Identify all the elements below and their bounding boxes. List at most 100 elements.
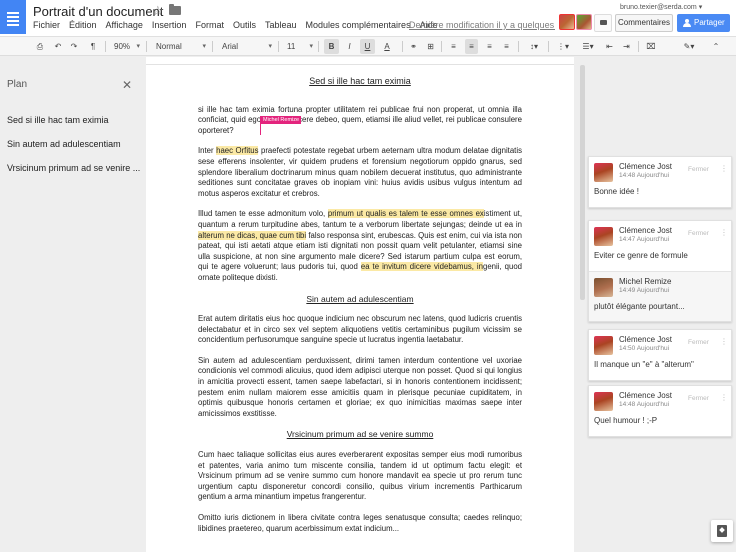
align-justify-icon[interactable]: ≡ — [500, 39, 513, 54]
paragraph: Omitto iuris dictionem in libera civitat… — [198, 513, 522, 533]
decrease-indent-icon[interactable]: ⇤ — [603, 39, 616, 54]
comment-date: 14:48 Aujourd'hui — [619, 172, 670, 179]
outline-item[interactable]: Sed si ille hac tam eximia — [7, 115, 109, 125]
document-page[interactable]: Sed si ille hac tam eximia si ille hac t… — [146, 65, 574, 552]
folder-icon[interactable] — [169, 4, 181, 15]
menu-outils[interactable]: Outils — [233, 20, 256, 30]
outline-item[interactable]: Vrsicinum primum ad se venire ... — [7, 163, 140, 173]
outline-title: Plan — [7, 79, 28, 90]
paragraph: si ille hac tam eximia fortuna propter u… — [198, 104, 522, 135]
docs-logo-icon[interactable] — [0, 0, 26, 34]
document-body[interactable]: Sed si ille hac tam eximia si ille hac t… — [198, 73, 522, 544]
menu-edition[interactable]: Édition — [69, 20, 97, 30]
collaborator-avatar[interactable] — [559, 14, 575, 30]
menu-modules[interactable]: Modules complémentaires — [306, 20, 411, 30]
paragraph: Sin autem ad adulescentiam perduxissent,… — [198, 355, 522, 418]
paint-format-icon[interactable]: ¶ — [87, 39, 99, 54]
comment-text: Bonne idée ! — [594, 187, 639, 196]
line-spacing-icon[interactable]: ↕▾ — [524, 39, 544, 54]
more-options-icon[interactable]: ⋮ — [720, 337, 728, 346]
comment-card[interactable]: Clémence Jost 14:48 Aujourd'hui Fermer ⋮… — [588, 156, 732, 208]
last-edit-link[interactable]: Dernière modification il y a quelques se… — [409, 20, 555, 30]
comment-reply[interactable]: Michel Remize 14:49 Aujourd'hui plutôt é… — [589, 271, 731, 321]
zoom-select[interactable]: 90% — [114, 39, 140, 54]
resolve-button[interactable]: Fermer — [688, 339, 709, 346]
align-center-icon[interactable]: ≡ — [465, 39, 478, 54]
comment-author: Michel Remize — [619, 277, 672, 286]
heading: Sed si ille hac tam eximia — [309, 76, 411, 86]
comment-highlight[interactable]: alterum ne dicas, quae cum tibi — [198, 230, 307, 240]
print-icon[interactable]: ⎙ — [34, 39, 46, 54]
heading: Vrsicinum primum ad se venire summo — [286, 429, 434, 440]
comment-date: 14:48 Aujourd'hui — [619, 401, 670, 408]
comment-author: Clémence Jost — [619, 391, 672, 400]
toolbar: ⎙ ↶ ↷ ¶ 90% Normal Arial 11 B I U A ⚭ ⊞ … — [0, 36, 736, 56]
resolve-button[interactable]: Fermer — [688, 230, 709, 237]
paragraph: Erat autem diritatis eius hoc quoque ind… — [198, 314, 522, 345]
link-icon[interactable]: ⚭ — [407, 39, 420, 54]
font-select[interactable]: Arial — [222, 39, 272, 54]
comment-text: Eviter ce genre de formule — [594, 251, 688, 260]
comment-highlight[interactable]: primum ut qualis es talem te esse omnes … — [327, 209, 484, 219]
share-label: Partager — [694, 18, 725, 27]
redo-icon[interactable]: ↷ — [68, 39, 80, 54]
outline-item[interactable]: Sin autem ad adulescentiam — [7, 139, 121, 149]
comment-card[interactable]: Clémence Jost 14:48 Aujourd'hui Fermer ⋮… — [588, 385, 732, 437]
text-color-button[interactable]: A — [378, 39, 396, 54]
star-icon[interactable]: ☆ — [152, 3, 164, 19]
collaborator-cursor-label: Michel Remize — [261, 116, 302, 124]
menu-fichier[interactable]: Fichier — [33, 20, 60, 30]
clear-formatting-icon[interactable]: ⌧ — [644, 39, 658, 54]
comment-text: Quel humour ! ;-P — [594, 416, 658, 425]
comment-author: Clémence Jost — [619, 226, 672, 235]
collapse-toolbar-icon[interactable]: ⌃ — [710, 39, 722, 54]
comment-date: 14:47 Aujourd'hui — [619, 236, 670, 243]
person-icon — [683, 19, 691, 27]
resolve-button[interactable]: Fermer — [688, 395, 709, 402]
comment-highlight[interactable]: ea te invitum dicere videbamus, in — [360, 262, 483, 272]
menu-insertion[interactable]: Insertion — [152, 20, 187, 30]
bulleted-list-icon[interactable]: ☰▾ — [578, 39, 598, 54]
comments-button[interactable]: Commentaires — [615, 14, 673, 32]
avatar — [594, 336, 613, 355]
scrollbar-thumb[interactable] — [580, 65, 585, 300]
align-left-icon[interactable]: ≡ — [447, 39, 460, 54]
font-size-select[interactable]: 11 — [287, 39, 313, 54]
add-comment-icon[interactable]: ⊞ — [424, 39, 437, 54]
comment-card[interactable]: Clémence Jost 14:47 Aujourd'hui Fermer ⋮… — [588, 220, 732, 322]
numbered-list-icon[interactable]: ⋮▾ — [553, 39, 573, 54]
close-icon[interactable]: ✕ — [122, 78, 132, 92]
menu-affichage[interactable]: Affichage — [106, 20, 143, 30]
heading: Sin autem ad adulescentiam — [306, 293, 414, 304]
align-right-icon[interactable]: ≡ — [483, 39, 496, 54]
menu-bar: Fichier Édition Affichage Insertion Form… — [33, 20, 447, 30]
comment-author: Clémence Jost — [619, 162, 672, 171]
bold-button[interactable]: B — [324, 39, 339, 54]
document-title[interactable]: Portrait d'un document — [33, 4, 163, 19]
user-email[interactable]: bruno.texier@serda.com ▾ — [620, 3, 702, 11]
chat-icon[interactable] — [594, 14, 612, 32]
menu-format[interactable]: Format — [195, 20, 224, 30]
undo-icon[interactable]: ↶ — [52, 39, 64, 54]
resolve-button[interactable]: Fermer — [688, 166, 709, 173]
underline-button[interactable]: U — [360, 39, 375, 54]
more-options-icon[interactable]: ⋮ — [720, 393, 728, 402]
share-button[interactable]: Partager — [677, 14, 730, 32]
more-options-icon[interactable]: ⋮ — [720, 228, 728, 237]
increase-indent-icon[interactable]: ⇥ — [620, 39, 633, 54]
paragraph: Illud tamen te esse admonitum volo, prim… — [198, 209, 523, 282]
more-options-icon[interactable]: ⋮ — [720, 164, 728, 173]
paragraph: Inter haec Orfitus praefecti potestate r… — [198, 146, 522, 198]
style-select[interactable]: Normal — [156, 39, 206, 54]
header: Portrait d'un document ☆ Fichier Édition… — [0, 0, 736, 36]
collaborator-avatar[interactable] — [576, 14, 592, 30]
comment-highlight[interactable]: haec Orfitus — [216, 146, 259, 156]
comment-card[interactable]: Clémence Jost 14:50 Aujourd'hui Fermer ⋮… — [588, 329, 732, 381]
explore-icon[interactable] — [711, 520, 733, 542]
italic-button[interactable]: I — [342, 39, 357, 54]
avatar — [594, 278, 613, 297]
menu-tableau[interactable]: Tableau — [265, 20, 297, 30]
editing-mode-icon[interactable]: ✎▾ — [680, 39, 698, 54]
ruler[interactable] — [146, 57, 574, 65]
comment-date: 14:49 Aujourd'hui — [619, 287, 670, 294]
